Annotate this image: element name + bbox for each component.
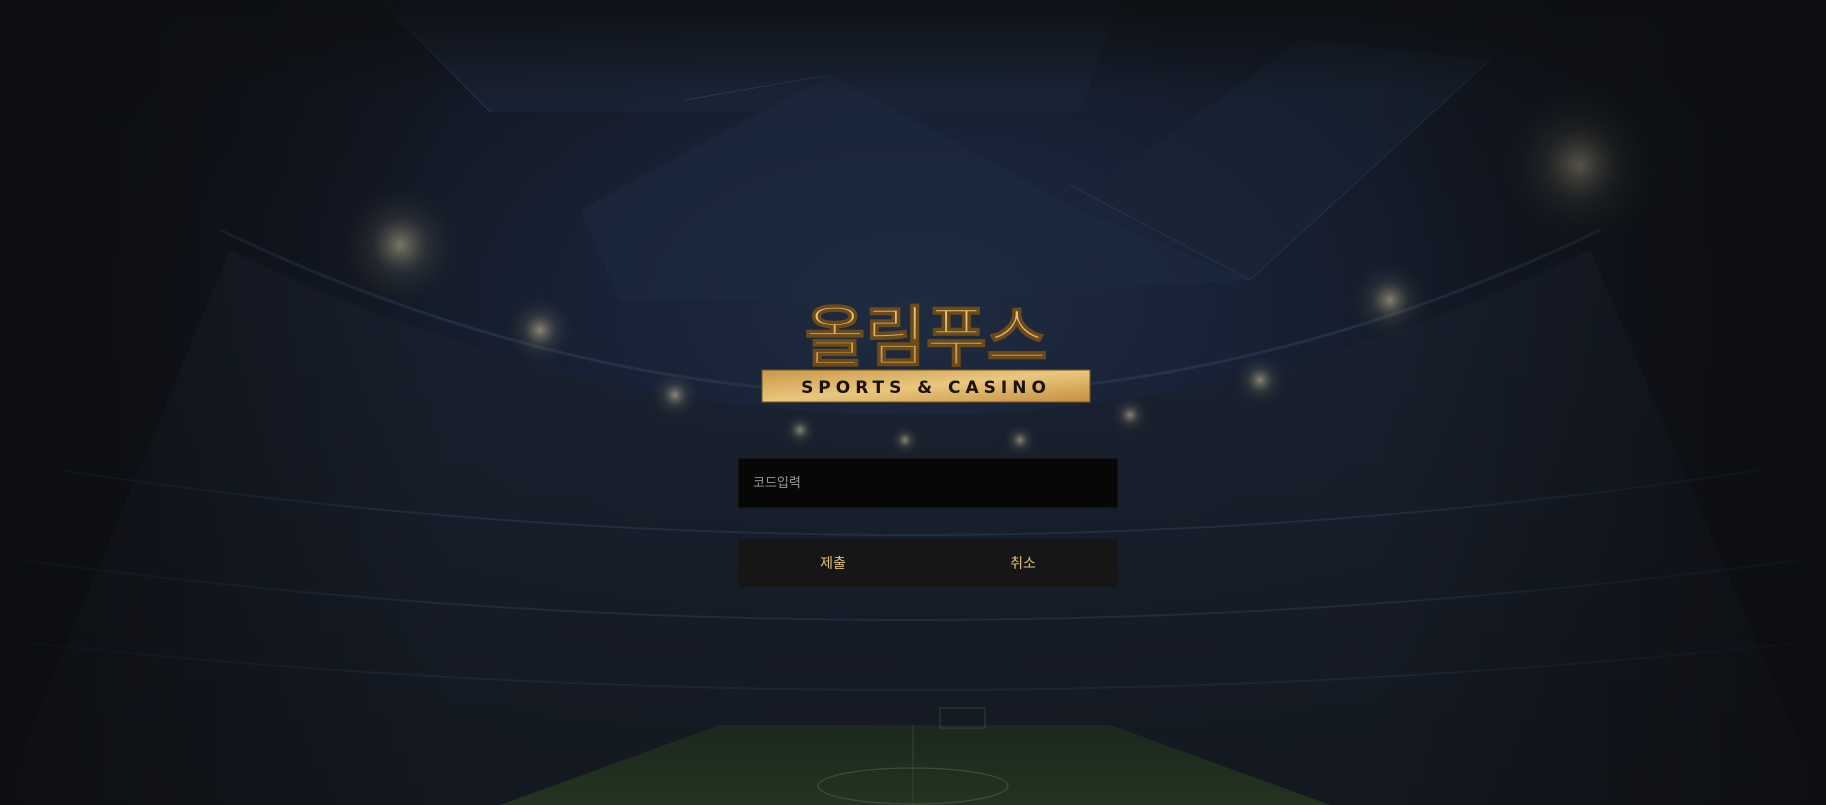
cancel-button[interactable]: 취소 bbox=[928, 539, 1118, 587]
code-input[interactable] bbox=[738, 458, 1118, 508]
submit-button[interactable]: 제출 bbox=[738, 539, 928, 587]
site-logo: 올림푸스 SPORTS & CASINO bbox=[760, 296, 1092, 404]
button-bar: 제출 취소 bbox=[738, 539, 1118, 587]
logo-title: 올림푸스 bbox=[805, 299, 1048, 376]
logo-subtitle: SPORTS & CASINO bbox=[801, 378, 1051, 398]
code-entry-form: 제출 취소 bbox=[738, 458, 1118, 587]
